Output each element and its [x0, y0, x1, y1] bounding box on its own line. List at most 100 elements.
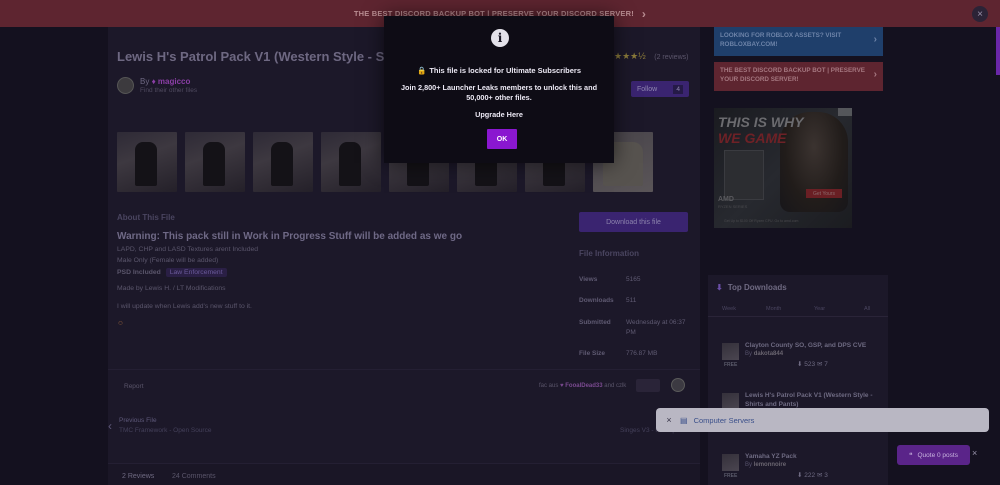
heart-icon: ♥ — [560, 383, 564, 389]
report-row: Report fac aus ♥ FooalDead33 and czlk — [108, 369, 700, 399]
lock-icon: 🔒 — [416, 66, 427, 75]
ad-footer: Get Up to $100 Off Ryzen CPU. Go to amd.… — [724, 219, 799, 223]
tab-year[interactable]: Year — [814, 306, 825, 312]
locked-message: 🔒 This file is locked for Ultimate Subscr… — [384, 66, 614, 75]
free-badge: FREE — [724, 362, 738, 368]
download-author: By lemonnoire — [745, 462, 786, 468]
computer-servers-bar[interactable]: × ▤ Computer Servers — [656, 408, 989, 432]
made-by-text: Made by Lewis H. / LT Modifications — [117, 285, 226, 292]
comment-icon: ✉ — [816, 472, 823, 479]
category-tag[interactable]: Law Enforcement — [165, 268, 227, 277]
download-title[interactable]: Lewis H's Patrol Pack V1 (Western Style … — [745, 391, 877, 409]
comment-count: 7 — [824, 361, 828, 368]
download-stats: ⬇ 523 ✉ 7 — [797, 360, 828, 368]
update-note: I will update when Lewis add's new stuff… — [117, 303, 252, 310]
ad-close-icon[interactable] — [838, 108, 852, 116]
previous-file-label: Previous File — [119, 417, 157, 424]
ad-cta-button[interactable]: Get Yours — [806, 189, 842, 198]
avatar[interactable] — [117, 77, 134, 94]
author-line: By ♦ magicco Find their other files — [140, 77, 197, 94]
download-button[interactable]: Download this file — [579, 212, 688, 232]
discord-backup-label: THE BEST DISCORD BACKUP BOT | PRESERVE Y… — [720, 67, 865, 83]
download-count: 222 — [804, 472, 816, 479]
follow-count: 4 — [673, 84, 683, 94]
chevron-left-icon: ‹ — [108, 419, 112, 433]
report-button[interactable]: Report — [124, 383, 144, 390]
info-value: 776.87 MB — [626, 350, 658, 357]
close-icon[interactable]: × — [660, 415, 678, 425]
file-title: Lewis H's Patrol Pack V1 (Western Style … — [117, 49, 424, 64]
author-other-files-link[interactable]: Find their other files — [140, 87, 197, 94]
server-icon: ▤ — [680, 415, 688, 425]
close-icon[interactable]: × — [972, 448, 977, 458]
tab-week[interactable]: Week — [722, 306, 736, 312]
follow-label: Follow — [637, 85, 658, 93]
previous-file-title: TMC Framework - Open Source — [119, 427, 212, 434]
psd-label: PSD Included — [117, 269, 161, 276]
roblox-assets-button[interactable]: LOOKING FOR ROBLOX ASSETS? VISIT ROBLOXB… — [714, 27, 883, 56]
reviews-count[interactable]: (2 reviews) — [654, 54, 688, 61]
info-key: File Size — [579, 350, 606, 357]
download-count: 523 — [804, 361, 816, 368]
info-value: 5165 — [626, 276, 641, 283]
download-count-icon: ⬇ — [797, 361, 803, 368]
quote-icon: ❝ — [909, 452, 913, 459]
quote-posts-label: Quote 0 posts — [917, 451, 958, 459]
gem-icon: ♦ — [151, 77, 156, 86]
liked-user[interactable]: FooalDead33 — [565, 383, 602, 389]
description-line: Male Only (Female will be added) — [117, 257, 219, 264]
author-link[interactable]: lemonnoire — [754, 462, 786, 468]
gallery-thumb[interactable] — [253, 132, 313, 192]
file-info-heading: File Information — [579, 249, 639, 258]
tab-all[interactable]: All — [864, 306, 870, 312]
rating-stars: ★★★½ — [614, 51, 646, 61]
rating: ★★★½ (2 reviews) — [614, 51, 688, 62]
scrollbar-thumb[interactable] — [996, 27, 1000, 75]
roblox-assets-label: LOOKING FOR ROBLOX ASSETS? VISIT ROBLOXB… — [720, 32, 842, 48]
top-downloads-title: Top Downloads — [727, 283, 787, 292]
free-badge: FREE — [724, 473, 738, 479]
download-thumb — [722, 454, 739, 471]
author-link[interactable]: dakota844 — [754, 351, 783, 357]
by-label: By — [745, 351, 753, 357]
download-author: By dakota844 — [745, 351, 783, 357]
tab-month[interactable]: Month — [766, 306, 781, 312]
liked-prefix: fac aus — [539, 383, 559, 389]
ok-button[interactable]: OK — [487, 129, 517, 149]
discord-backup-button[interactable]: THE BEST DISCORD BACKUP BOT | PRESERVE Y… — [714, 62, 883, 91]
download-title[interactable]: Clayton County SO, GSP, and DPS CVE — [745, 341, 877, 350]
warning-text: Warning: This pack still in Work in Prog… — [117, 231, 463, 242]
tab-reviews[interactable]: 2 Reviews — [122, 473, 154, 480]
info-key: Submitted — [579, 319, 611, 326]
author-name[interactable]: magicco — [158, 77, 190, 86]
upgrade-link[interactable]: Upgrade Here — [384, 110, 614, 119]
top-downloads-panel: ⬇ Top Downloads Week Month Year All Clayt… — [708, 275, 888, 485]
comment-count: 3 — [824, 472, 828, 479]
gallery-thumb[interactable] — [117, 132, 177, 192]
download-thumb — [722, 343, 739, 360]
follow-button[interactable]: Follow 4 — [631, 81, 689, 97]
avatar[interactable] — [671, 378, 685, 392]
gallery-thumb[interactable] — [321, 132, 381, 192]
quote-posts-button[interactable]: ❝ Quote 0 posts — [897, 445, 970, 465]
ad-headline: THIS IS WHY — [718, 114, 804, 130]
chevron-right-icon: › — [873, 69, 877, 80]
amd-advertisement[interactable]: THIS IS WHY WE GAME AMD RYZEN SERIES Get… — [714, 108, 852, 228]
gallery-thumb[interactable] — [185, 132, 245, 192]
download-title[interactable]: Yamaha YZ Pack — [745, 452, 877, 461]
author-prefix: By — [140, 77, 150, 86]
reaction-button[interactable] — [636, 379, 660, 392]
computer-servers-label: Computer Servers — [693, 415, 755, 425]
join-message: Join 2,800+ Launcher Leaks members to un… — [400, 83, 598, 102]
ad-image — [724, 150, 764, 200]
tab-comments[interactable]: 24 Comments — [172, 473, 216, 480]
download-icon: ⬇ — [716, 283, 723, 292]
emoji-icon: ☺ — [117, 320, 124, 327]
info-icon: i — [491, 29, 509, 47]
by-label: By — [745, 462, 753, 468]
banner-close-button[interactable]: × — [972, 6, 988, 22]
download-count-icon: ⬇ — [797, 472, 803, 479]
info-value: Wednesday at 06:37 PM — [626, 319, 686, 336]
info-key: Views — [579, 276, 598, 283]
about-heading: About This File — [117, 213, 175, 222]
